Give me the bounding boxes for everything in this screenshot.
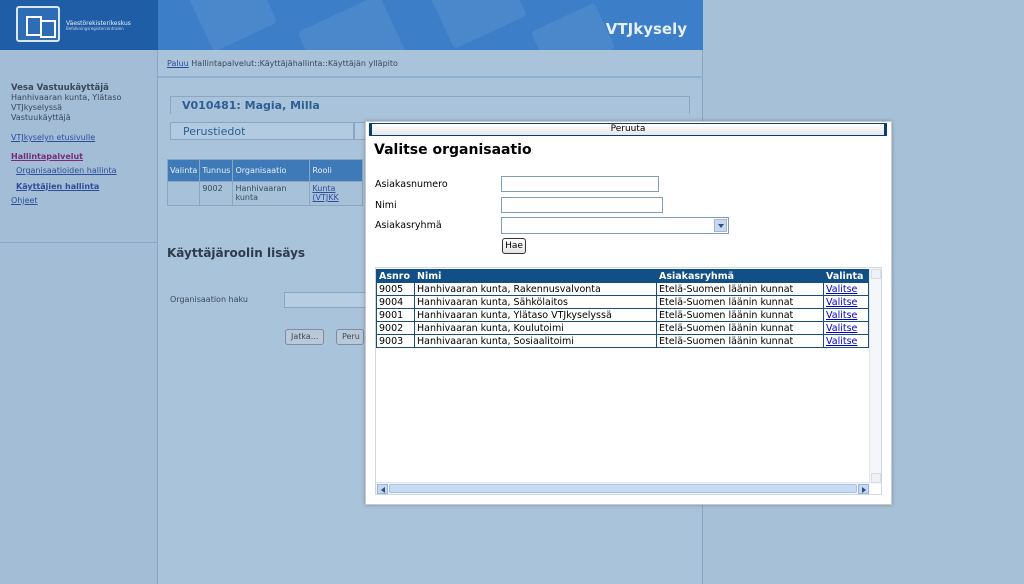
logo-icon bbox=[16, 6, 60, 42]
role-org-cell: Hanhivaaran kunta bbox=[232, 181, 311, 206]
cell-name: Hanhivaaran kunta, Koulutoimi bbox=[414, 321, 657, 335]
cell-group: Etelä-Suomen läänin kunnat bbox=[656, 334, 824, 348]
scroll-left-icon[interactable] bbox=[377, 484, 388, 494]
table-row: 9002 Hanhivaaran kunta, Koulutoimi Etelä… bbox=[376, 321, 869, 335]
cell-group: Etelä-Suomen läänin kunnat bbox=[656, 282, 824, 296]
cell-name: Hanhivaaran kunta, Rakennusvalvonta bbox=[414, 282, 657, 296]
breadcrumb-divider bbox=[158, 76, 703, 78]
table-row: 9001 Hanhivaaran kunta, Ylätaso VTJkysel… bbox=[376, 308, 869, 322]
logo-subtext: Befolkningsregistercentralen bbox=[66, 26, 124, 32]
customer-group-label: Asiakasryhmä bbox=[375, 220, 442, 231]
cell-group: Etelä-Suomen läänin kunnat bbox=[656, 321, 824, 335]
column-header-select: Valinta bbox=[823, 269, 869, 283]
cell-name: Hanhivaaran kunta, Sosiaalitoimi bbox=[414, 334, 657, 348]
logo-area: Väestörekisterikeskus Befolkningsregiste… bbox=[0, 0, 158, 50]
cell-asnro: 9003 bbox=[376, 334, 415, 348]
role-table-header: Tunnus bbox=[199, 159, 234, 182]
scroll-down-icon[interactable] bbox=[871, 473, 881, 483]
continue-button[interactable]: Jatka... bbox=[285, 329, 325, 345]
cell-asnro: 9005 bbox=[376, 282, 415, 296]
role-table-header: Valinta bbox=[166, 159, 201, 182]
role-table: Valinta Tunnus Organisaatio Rooli 9002 H… bbox=[166, 159, 363, 206]
select-link[interactable]: Valitse bbox=[826, 323, 857, 334]
name-input[interactable] bbox=[501, 197, 663, 213]
role-table-header: Organisaatio bbox=[232, 159, 311, 182]
scroll-thumb[interactable] bbox=[389, 484, 857, 493]
table-row: 9005 Hanhivaaran kunta, Rakennusvalvonta… bbox=[376, 282, 869, 296]
breadcrumb: Paluu Hallintapalvelut::Käyttäjähallinta… bbox=[167, 59, 398, 68]
sidebar-link-admin-services[interactable]: Hallintapalvelut bbox=[11, 152, 83, 161]
role-select-cell[interactable] bbox=[166, 181, 201, 206]
column-header-name: Nimi bbox=[414, 269, 657, 283]
user-name: Vesa Vastuukäyttäjä bbox=[11, 83, 109, 93]
select-link[interactable]: Valitse bbox=[826, 310, 857, 321]
tab-basic-info[interactable]: Perustiedot bbox=[170, 122, 354, 140]
search-button[interactable]: Hae bbox=[502, 238, 526, 254]
breadcrumb-path: Hallintapalvelut::Käyttäjähallinta::Käyt… bbox=[191, 59, 398, 68]
section-title: Käyttäjäroolin lisäys bbox=[167, 246, 306, 260]
results-panel: Asnro Nimi Asiakasryhmä Valinta 9005 Han… bbox=[375, 267, 882, 495]
user-org-2: VTJkyselyssä bbox=[11, 103, 63, 112]
scroll-right-icon[interactable] bbox=[858, 484, 869, 494]
org-search-input[interactable] bbox=[284, 292, 374, 308]
name-label: Nimi bbox=[375, 200, 397, 211]
select-link[interactable]: Valitse bbox=[826, 336, 857, 347]
customer-number-input[interactable] bbox=[501, 176, 659, 192]
results-header-row: Asnro Nimi Asiakasryhmä Valinta bbox=[376, 269, 869, 283]
sidebar-divider bbox=[0, 242, 158, 243]
cell-asnro: 9004 bbox=[376, 295, 415, 309]
user-title: V010481: Magia, Milla bbox=[182, 99, 320, 112]
sidebar-link-front-page[interactable]: VTJkyselyn etusivulle bbox=[11, 133, 95, 142]
cancel-button[interactable]: Peruuta bbox=[369, 123, 887, 136]
brand-name: VTJkysely bbox=[605, 20, 687, 38]
customer-group-select[interactable] bbox=[501, 217, 729, 234]
chevron-down-icon[interactable] bbox=[714, 219, 727, 232]
horizontal-scrollbar[interactable] bbox=[376, 482, 870, 494]
org-search-label: Organisaation haku bbox=[170, 295, 248, 304]
column-header-asnro: Asnro bbox=[376, 269, 415, 283]
table-row: 9002 Hanhivaaran kunta Kunta (VTJKK bbox=[166, 181, 363, 206]
select-organisation-dialog: Peruuta Valitse organisaatio Asiakasnume… bbox=[365, 121, 892, 505]
customer-number-label: Asiakasnumero bbox=[375, 179, 448, 190]
column-header-group: Asiakasryhmä bbox=[656, 269, 824, 283]
user-org: Hanhivaaran kunta, Ylätaso bbox=[11, 93, 122, 102]
background-cancel-button[interactable]: Peru bbox=[336, 329, 364, 345]
cell-name: Hanhivaaran kunta, Sähkölaitos bbox=[414, 295, 657, 309]
user-info: Vesa Vastuukäyttäjä Hanhivaaran kunta, Y… bbox=[11, 83, 121, 123]
sidebar-link-help[interactable]: Ohjeet bbox=[11, 196, 38, 205]
breadcrumb-back-link[interactable]: Paluu bbox=[167, 59, 189, 68]
sidebar-link-user-management[interactable]: Käyttäjien hallinta bbox=[16, 182, 99, 191]
results-table: Asnro Nimi Asiakasryhmä Valinta 9005 Han… bbox=[376, 269, 869, 348]
cell-group: Etelä-Suomen läänin kunnat bbox=[656, 295, 824, 309]
logo: Väestörekisterikeskus Befolkningsregiste… bbox=[16, 6, 146, 44]
user-role: Vastuukäyttäjä bbox=[11, 113, 71, 122]
sidebar-link-organisation-management[interactable]: Organisaatioiden hallinta bbox=[16, 166, 117, 175]
sidebar: Vesa Vastuukäyttäjä Hanhivaaran kunta, Y… bbox=[0, 50, 158, 584]
cell-asnro: 9002 bbox=[376, 321, 415, 335]
cell-name: Hanhivaaran kunta, Ylätaso VTJkyselyssä bbox=[414, 308, 657, 322]
role-id-cell: 9002 bbox=[199, 181, 234, 206]
select-link[interactable]: Valitse bbox=[826, 297, 857, 308]
role-table-header: Rooli bbox=[309, 159, 363, 182]
vertical-scrollbar[interactable] bbox=[869, 268, 881, 484]
table-row: 9003 Hanhivaaran kunta, Sosiaalitoimi Et… bbox=[376, 334, 869, 348]
table-row: 9004 Hanhivaaran kunta, Sähkölaitos Etel… bbox=[376, 295, 869, 309]
cell-asnro: 9001 bbox=[376, 308, 415, 322]
select-link[interactable]: Valitse bbox=[826, 284, 857, 295]
role-link[interactable]: Kunta (VTJKK bbox=[312, 184, 338, 202]
header-banner: VTJkysely bbox=[158, 0, 703, 50]
cell-group: Etelä-Suomen läänin kunnat bbox=[656, 308, 824, 322]
scroll-up-icon[interactable] bbox=[871, 269, 881, 279]
dialog-title: Valitse organisaatio bbox=[374, 142, 532, 158]
